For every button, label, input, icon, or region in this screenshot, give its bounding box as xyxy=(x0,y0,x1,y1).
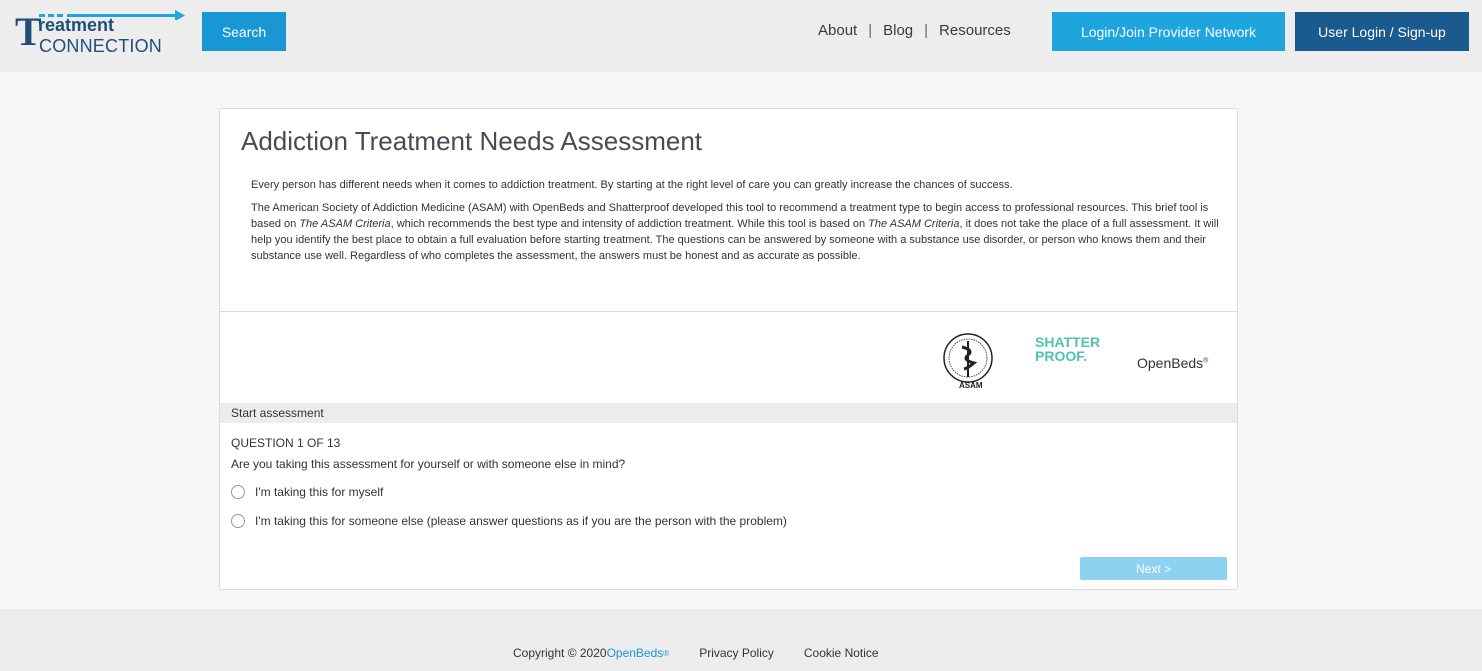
provider-login-button[interactable]: Login/Join Provider Network xyxy=(1052,12,1285,51)
option-label: I'm taking this for myself xyxy=(255,485,384,499)
option-myself[interactable]: I'm taking this for myself xyxy=(231,485,383,499)
search-button[interactable]: Search xyxy=(202,12,286,51)
question-text: Are you taking this assessment for yours… xyxy=(231,457,626,471)
cookie-notice-link[interactable]: Cookie Notice xyxy=(804,646,879,660)
partner-logos: ASAM SHATTER PROOF. OpenBeds® xyxy=(940,331,1230,395)
start-assessment-bar: Start assessment xyxy=(220,403,1237,423)
divider xyxy=(220,311,1237,312)
logo-line2: CONNECTION xyxy=(39,36,162,56)
copyright-text: Copyright © 2020 xyxy=(513,646,607,660)
shatterproof-tagline xyxy=(1035,367,1125,372)
shatterproof-logo: SHATTER PROOF. xyxy=(1035,335,1125,372)
logo-line1: reatment xyxy=(38,15,115,35)
intro-text: Every person has different needs when it… xyxy=(251,177,1221,271)
intro-p2-part: , which recommends the best type and int… xyxy=(390,218,869,230)
openbeds-logo: OpenBeds® xyxy=(1137,355,1209,371)
openbeds-logo-text: OpenBeds xyxy=(1137,355,1204,371)
shatterproof-line1: SHATTER xyxy=(1035,334,1101,350)
question-number: QUESTION 1 OF 13 xyxy=(231,436,341,450)
radio-button[interactable] xyxy=(231,485,245,499)
privacy-policy-link[interactable]: Privacy Policy xyxy=(699,646,774,660)
intro-paragraph-1: Every person has different needs when it… xyxy=(251,179,1013,191)
nav-resources[interactable]: Resources xyxy=(939,22,1011,39)
asam-criteria-ref: The ASAM Criteria xyxy=(299,218,391,230)
asam-criteria-ref: The ASAM Criteria xyxy=(868,218,960,230)
assessment-card: Addiction Treatment Needs Assessment Eve… xyxy=(219,108,1238,590)
nav-separator: | xyxy=(868,22,873,39)
treatment-connection-logo[interactable]: T reatment CONNECTION xyxy=(15,10,185,60)
intro-paragraph-2: The American Society of Addiction Medici… xyxy=(251,200,1221,264)
svg-text:ASAM: ASAM xyxy=(959,381,983,390)
nav-about[interactable]: About xyxy=(818,22,857,39)
option-someone-else[interactable]: I'm taking this for someone else (please… xyxy=(231,514,787,528)
user-login-button[interactable]: User Login / Sign-up xyxy=(1295,12,1469,51)
nav-separator: | xyxy=(924,22,929,39)
header: T reatment CONNECTION Search About | Blo… xyxy=(0,0,1482,72)
footer-openbeds-link[interactable]: OpenBeds xyxy=(607,646,664,660)
page-title: Addiction Treatment Needs Assessment xyxy=(241,126,703,156)
radio-button[interactable] xyxy=(231,514,245,528)
nav-blog[interactable]: Blog xyxy=(883,22,913,39)
shatterproof-line2: PROOF. xyxy=(1035,348,1088,364)
registered-mark: ® xyxy=(663,648,670,658)
option-label: I'm taking this for someone else (please… xyxy=(255,514,787,528)
next-button[interactable]: Next > xyxy=(1080,557,1227,580)
top-nav: About | Blog | Resources xyxy=(818,22,1011,39)
asam-logo-icon: ASAM xyxy=(943,333,993,390)
footer: Copyright © 2020 OpenBeds ® Privacy Polic… xyxy=(0,609,1482,671)
footer-links: Copyright © 2020 OpenBeds ® Privacy Polic… xyxy=(513,646,879,660)
